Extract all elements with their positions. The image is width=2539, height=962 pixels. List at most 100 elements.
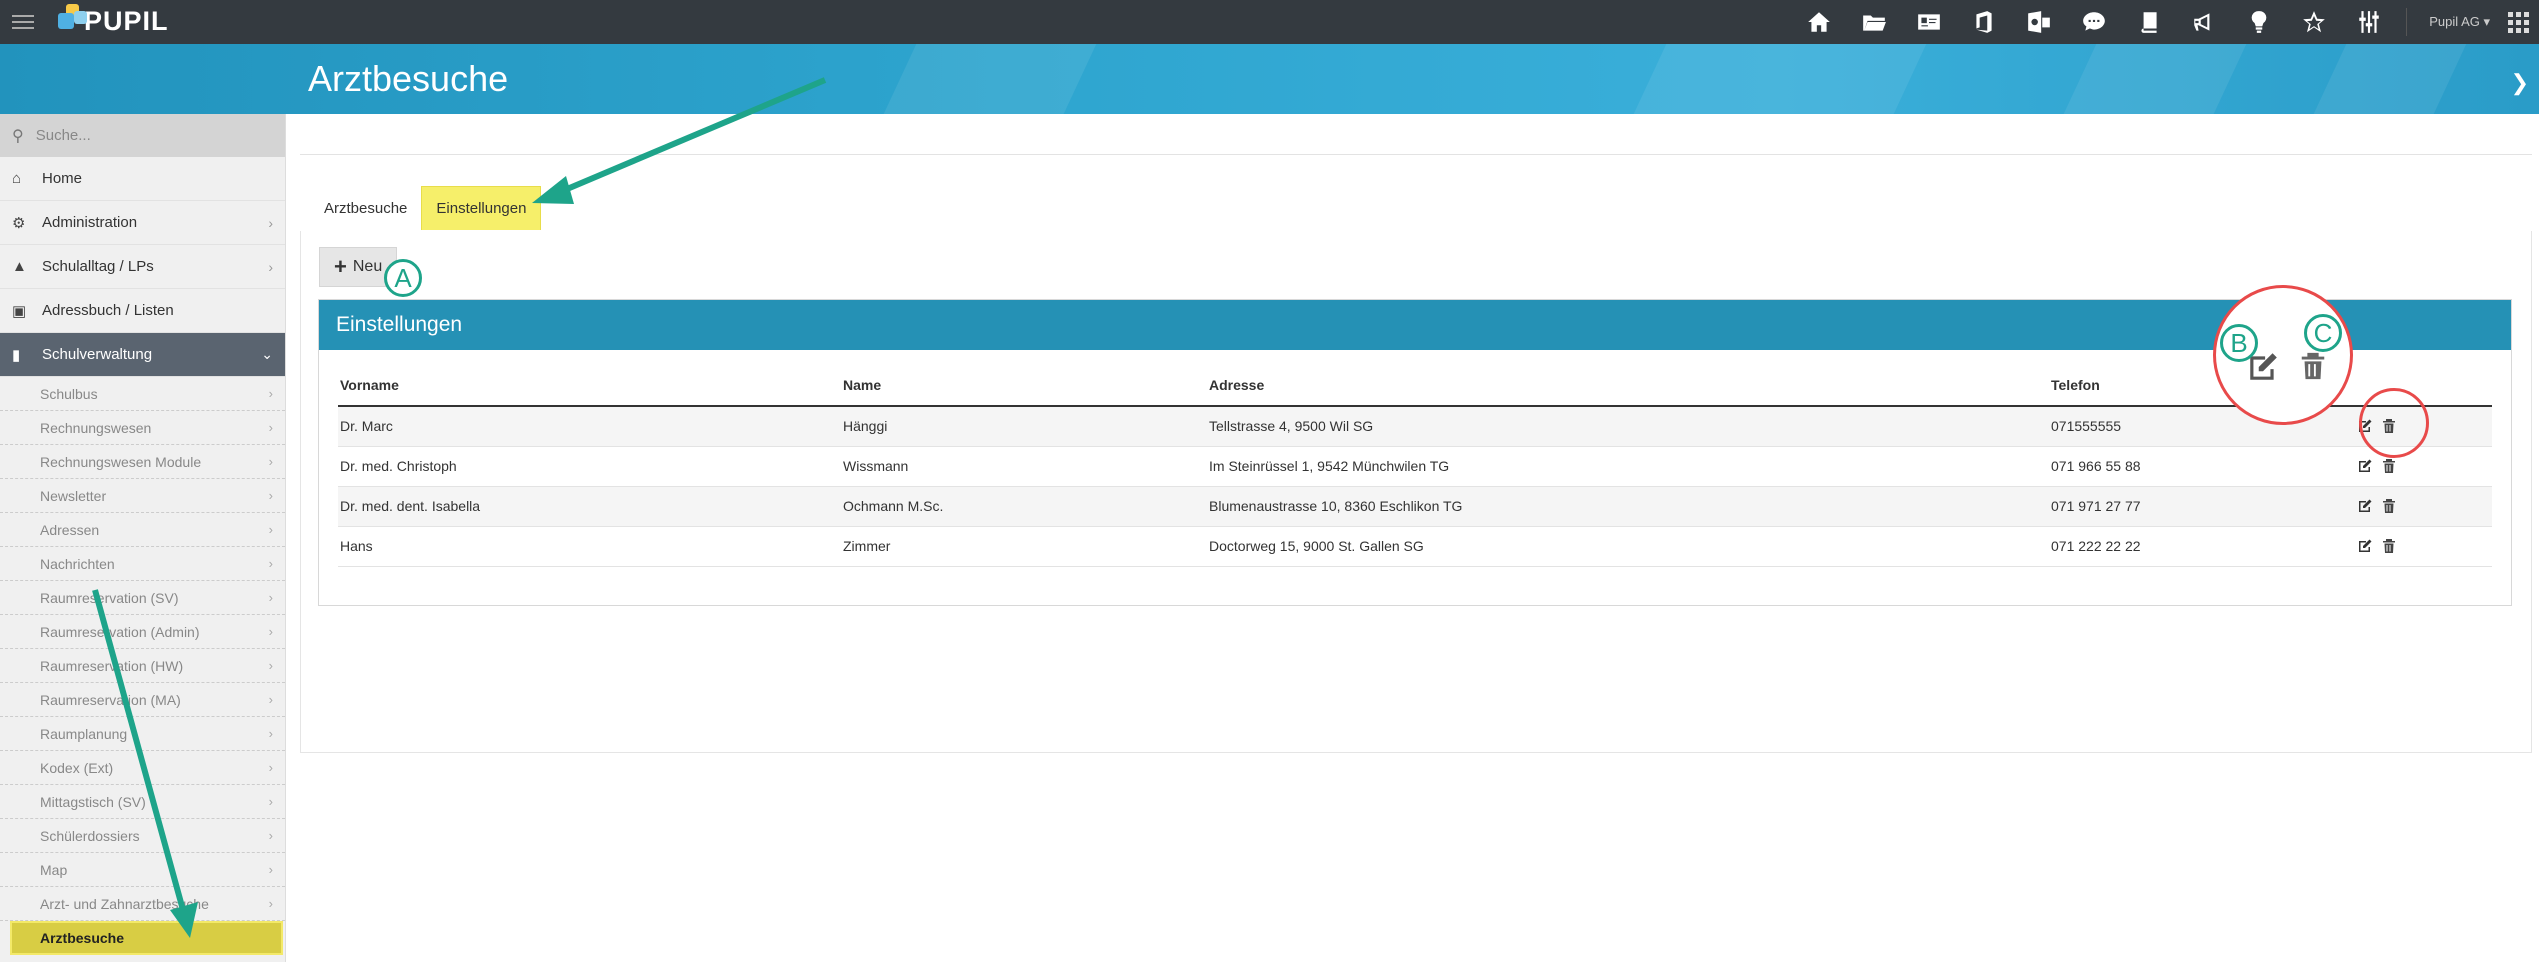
search-input[interactable]: ⚲ Suche... [0,114,285,157]
sidebar-subitem-label: Schülerdossiers [40,827,140,844]
cell-adresse: Doctorweg 15, 9000 St. Gallen SG [1207,526,2049,567]
sidebar-subitem-label: Arzt- und Zahnarztbesuche [40,895,209,912]
cell-name: Wissmann [841,446,1207,487]
annotation-badge-c: C [2304,314,2342,352]
chevron-right-icon: › [268,488,273,503]
trash-icon[interactable] [2381,538,2397,554]
sidebar-item-administration[interactable]: ⚙ Administration › [0,201,285,245]
chevron-right-icon: › [268,556,273,571]
sidebar-subitem[interactable]: Arzt- und Zahnarztbesuche › [0,887,285,921]
sidebar-subitem[interactable]: Adressen › [0,513,285,547]
sidebar-item-schulalltag[interactable]: ▲ Schulalltag / LPs › [0,245,285,289]
home-icon: ⌂ [12,170,22,187]
sidebar-subitem-label: Schulbus [40,385,98,402]
chevron-right-icon: › [268,692,273,707]
sidebar-subitem-label: Raumreservation (Admin) [40,623,200,640]
sidebar-item-adressbuch[interactable]: ▣ Adressbuch / Listen [0,289,285,333]
star-icon[interactable] [2286,0,2341,44]
apps-grid-icon[interactable] [2508,11,2529,33]
chevron-right-icon: › [268,590,273,605]
trash-icon[interactable] [2381,458,2397,474]
sidebar-subitem[interactable]: Rechnungswesen › [0,411,285,445]
megaphone-icon[interactable] [2176,0,2231,44]
chevron-right-icon: › [268,896,273,911]
pupil-logo[interactable]: PUPIL [54,4,169,38]
sliders-icon[interactable] [2341,0,2396,44]
office-icon[interactable] [1956,0,2011,44]
sidebar-subitem-label: Arztbesuche [40,930,125,946]
column-header[interactable]: Adresse [1207,364,2049,407]
page-header: Arztbesuche ❯ [0,44,2539,114]
cell-name: Zimmer [841,526,1207,567]
sidebar-item-schulverwaltung[interactable]: ▮ Schulverwaltung ⌄ [0,333,285,377]
sidebar-subitem-arztbesuche[interactable]: Arztbesuche [10,921,283,955]
table-row[interactable]: Dr. med. Christoph Wissmann Im Steinrüss… [338,446,2492,487]
chevron-down-icon[interactable]: ❯ [2511,70,2529,96]
sidebar-subitem-label: Nachrichten [40,555,115,572]
lightbulb-icon[interactable] [2231,0,2286,44]
home-icon[interactable] [1791,0,1846,44]
sidebar-subitem[interactable]: Newsletter › [0,479,285,513]
doctors-table: Vorname Name Adresse Telefon Dr. Marc Hä… [338,364,2492,567]
sidebar-subitem-label: Newsletter [40,487,107,504]
sidebar-subitem[interactable]: Nachrichten › [0,547,285,581]
book-icon[interactable] [2121,0,2176,44]
folder-open-icon: ▮ [12,346,21,364]
table-row[interactable]: Dr. med. dent. Isabella Ochmann M.Sc. Bl… [338,486,2492,527]
sidebar-subitem[interactable]: Raumplanung › [0,717,285,751]
outlook-icon[interactable] [2011,0,2066,44]
trash-icon[interactable] [2381,498,2397,514]
annotation-badge-b: B [2220,324,2258,362]
chevron-right-icon: › [268,420,273,435]
logo-hex-icon [54,4,88,38]
chat-icon[interactable] [2066,0,2121,44]
sidebar-subitem[interactable]: Rechnungswesen Module › [0,445,285,479]
sidebar-subitem[interactable]: Schulbus › [0,377,285,411]
sidebar-subitem[interactable]: Raumreservation (MA) › [0,683,285,717]
sidebar-item-label: Schulverwaltung [42,346,153,363]
folder-icon[interactable] [1846,0,1901,44]
sidebar-subitem[interactable]: Kodex (Ext) › [0,751,285,785]
chevron-right-icon: › [268,760,273,775]
chevron-right-icon: › [268,522,273,537]
chevron-right-icon: › [268,726,273,741]
sidebar-subitem[interactable]: Raumreservation (Admin) › [0,615,285,649]
menu-toggle-icon[interactable] [12,15,34,29]
tab-arztbesuche[interactable]: Arztbesuche [310,186,421,230]
page-title: Arztbesuche [308,58,509,99]
sidebar-subitem-label: Adressen [40,521,100,538]
edit-icon[interactable] [2357,538,2373,554]
cell-telefon: 071 222 22 22 [2049,526,2355,567]
tab-bar: Arztbesuche Einstellungen [310,186,542,230]
top-bar: PUPIL Pupil AG ▾ [0,0,2539,44]
chevron-right-icon: › [268,794,273,809]
annotation-badge-a: A [384,259,422,297]
sidebar-subitem[interactable]: Raumreservation (SV) › [0,581,285,615]
new-button-label: Neu [352,258,383,275]
table-row[interactable]: Hans Zimmer Doctorweg 15, 9000 St. Galle… [338,526,2492,567]
edit-icon[interactable] [2357,458,2373,474]
card-title: Einstellungen [319,300,2511,350]
edit-icon[interactable] [2357,498,2373,514]
addressbook-icon[interactable] [1901,0,1956,44]
sidebar-subitem-label: Map [40,861,68,878]
chevron-right-icon: › [268,386,273,401]
column-header[interactable]: Name [841,364,1207,407]
sidebar-subitem[interactable]: Schülerdossiers › [0,819,285,853]
gears-icon: ⚙ [12,214,26,232]
sidebar-subitem-label: Rechnungswesen Module [40,453,202,470]
sidebar-subitem[interactable]: Raumreservation (HW) › [0,649,285,683]
tab-einstellungen[interactable]: Einstellungen [421,186,542,230]
column-header[interactable]: Vorname [338,364,841,407]
sidebar-subitem[interactable]: Mittagstisch (SV) › [0,785,285,819]
divider [300,154,2532,155]
sidebar-item-home[interactable]: ⌂ Home [0,157,285,201]
sidebar: ⚲ Suche... ⌂ Home ⚙ Administration › ▲ S… [0,114,286,962]
sidebar-subitem-label: Raumreservation (HW) [40,657,184,674]
chevron-right-icon: › [268,828,273,843]
cell-name: Hänggi [841,406,1207,447]
sidebar-item-label: Schulalltag / LPs [42,258,154,275]
table-row[interactable]: Dr. Marc Hänggi Tellstrasse 4, 9500 Wil … [338,406,2492,447]
sidebar-subitem[interactable]: Map › [0,853,285,887]
user-menu[interactable]: Pupil AG ▾ [2417,14,2502,30]
